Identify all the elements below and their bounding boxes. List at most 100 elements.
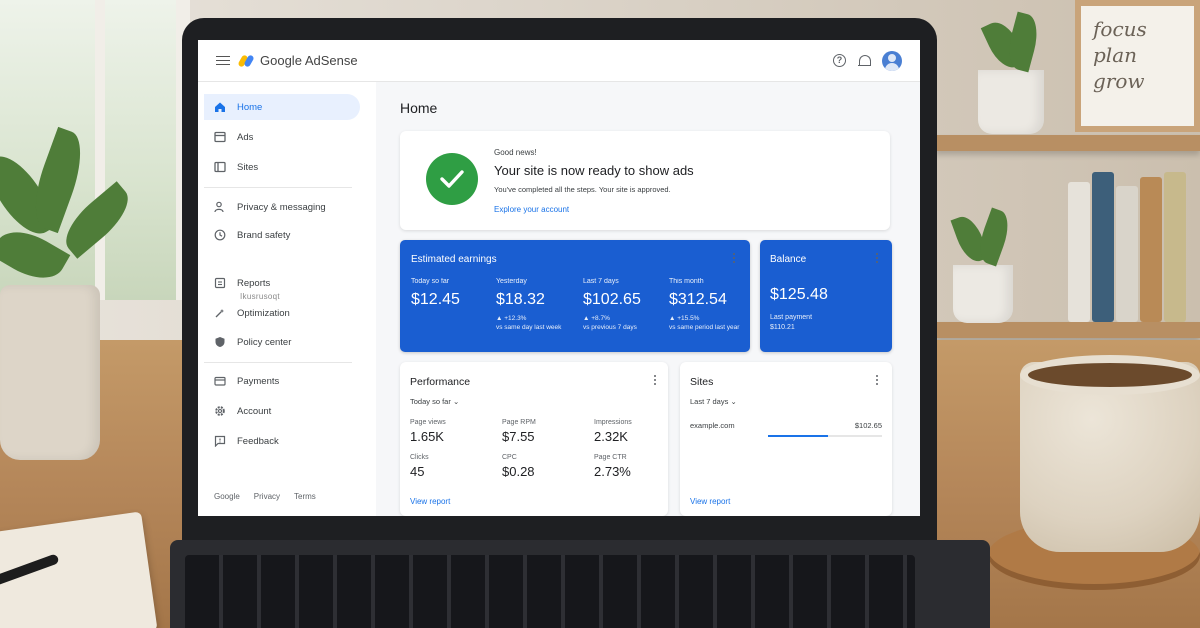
performance-metric: CPC $0.28 [502, 454, 582, 479]
metric-label: Yesterday [496, 278, 527, 285]
adsense-screen: Google AdSense ? Home Ads Sites Privacy … [198, 40, 920, 516]
metric-compare: vs same day last week [496, 324, 562, 331]
metric-compare: vs previous 7 days [583, 324, 637, 331]
sidebar-item-brand-safety[interactable]: Brand safety [204, 222, 360, 248]
metric-delta: ▲ +12.3% [496, 315, 527, 322]
sidebar-item-reports[interactable]: Reports [204, 270, 360, 296]
sidebar: Home Ads Sites Privacy & messaging Brand… [198, 82, 376, 516]
site-share-bar [768, 435, 882, 437]
footer-link-google[interactable]: Google [214, 492, 240, 501]
plant-pot [953, 265, 1013, 323]
more-options-icon[interactable] [654, 375, 657, 386]
shield-icon [214, 336, 226, 348]
metric-label: Impressions [594, 419, 632, 426]
sidebar-item-account[interactable]: Account [204, 398, 360, 424]
clock-icon [214, 229, 226, 241]
sidebar-item-label: Brand safety [237, 229, 291, 241]
sidebar-item-label: Feedback [237, 435, 279, 447]
metric-label: CPC [502, 454, 517, 461]
sidebar-item-policy-center[interactable]: Policy center [204, 329, 360, 355]
sites-card: Sites Last 7 days ⌄ example.com $102.65 … [680, 362, 892, 516]
metric-value: $102.65 [583, 291, 641, 308]
banner-kicker: Good news! [494, 148, 537, 157]
chevron-down-icon: ⌄ [452, 397, 460, 406]
sidebar-item-label: Account [237, 405, 272, 417]
book [1068, 182, 1090, 322]
performance-card: Performance Today so far ⌄ Page views 1.… [400, 362, 668, 516]
metric-value: $312.54 [669, 291, 727, 308]
metric-value: $0.28 [502, 464, 535, 479]
performance-metric: Page views 1.65K [410, 419, 490, 444]
performance-metric: Impressions 2.32K [594, 419, 674, 444]
brand-name[interactable]: Google AdSense [260, 53, 358, 68]
balance-value: $125.48 [770, 286, 828, 303]
metric-value: 2.73% [594, 464, 631, 479]
feedback-icon [214, 435, 226, 448]
page-title: Home [400, 100, 438, 116]
site-row[interactable]: example.com $102.65 [690, 421, 882, 437]
card-title: Sites [690, 376, 714, 388]
banner-subtext: You've completed all the steps. Your sit… [494, 185, 671, 194]
optimization-icon [214, 307, 226, 319]
book [1116, 186, 1138, 322]
metric-label: Last 7 days [583, 278, 619, 285]
metric-delta: ▲ +8.7% [583, 315, 610, 322]
metric-value: 45 [410, 464, 425, 479]
metric-label: Page views [410, 419, 446, 426]
approval-banner: Good news! Your site is now ready to sho… [400, 131, 890, 230]
report-icon [214, 277, 226, 289]
performance-metric: Page RPM $7.55 [502, 419, 582, 444]
footer-link-privacy[interactable]: Privacy [254, 492, 280, 501]
shelf [935, 135, 1200, 151]
sidebar-item-label: Privacy & messaging [237, 201, 326, 213]
metric-value: $18.32 [496, 291, 545, 308]
more-options-icon[interactable] [876, 253, 879, 264]
metric-compare: vs same period last year [669, 324, 740, 331]
view-report-link[interactable]: View report [690, 497, 730, 506]
sidebar-item-payments[interactable]: Payments [204, 368, 360, 394]
metric-value: 2.32K [594, 429, 628, 444]
metric-delta: ▲ +15.5% [669, 315, 700, 322]
menu-icon[interactable] [216, 55, 230, 66]
plant-pot [978, 70, 1044, 134]
metric-value: $12.45 [411, 291, 460, 308]
sidebar-item-ads[interactable]: Ads [204, 124, 360, 150]
sidebar-item-label: Optimization [237, 307, 290, 319]
home-icon [214, 101, 226, 113]
estimated-earnings-card: Estimated earnings Today so far $12.45 Y… [400, 240, 750, 352]
performance-metric: Clicks 45 [410, 454, 490, 479]
sidebar-item-optimization[interactable]: Optimization [204, 300, 360, 326]
sidebar-item-sites[interactable]: Sites [204, 154, 360, 180]
notifications-bell-icon[interactable] [858, 54, 871, 67]
performance-metric: Page CTR 2.73% [594, 454, 674, 479]
earnings-metric: This month $312.54 ▲ +15.5% vs same peri… [669, 278, 745, 332]
check-circle-icon [426, 153, 478, 205]
sidebar-item-label: Sites [237, 161, 259, 173]
metric-label: Page RPM [502, 419, 536, 426]
view-report-link[interactable]: View report [410, 497, 450, 506]
metric-label: Clicks [410, 454, 429, 461]
more-options-icon[interactable] [876, 375, 879, 386]
frame-text: focus plan grow [1093, 17, 1147, 93]
more-options-icon[interactable] [733, 253, 736, 264]
metric-value: 1.65K [410, 429, 444, 444]
balance-card: Balance $125.48 Last payment $110.21 [760, 240, 892, 352]
explore-account-link[interactable]: Explore your account [494, 205, 569, 214]
sidebar-item-privacy-messaging[interactable]: Privacy & messaging [204, 194, 360, 220]
card-title: Performance [410, 376, 471, 388]
earnings-metric: Last 7 days $102.65 ▲ +8.7% vs previous … [583, 278, 663, 332]
sidebar-item-label: Policy center [237, 336, 292, 348]
sidebar-item-home[interactable]: Home [204, 94, 360, 120]
ads-icon [214, 131, 226, 143]
date-range-dropdown[interactable]: Today so far ⌄ [410, 397, 459, 406]
book [1164, 172, 1186, 322]
sidebar-item-feedback[interactable]: Feedback [204, 428, 360, 454]
banner-headline: Your site is now ready to show ads [494, 163, 694, 178]
help-icon[interactable]: ? [833, 54, 846, 67]
account-avatar[interactable] [882, 50, 902, 71]
card-title: Estimated earnings [411, 254, 497, 265]
footer-link-terms[interactable]: Terms [294, 492, 316, 501]
earnings-metric: Yesterday $18.32 ▲ +12.3% vs same day la… [496, 278, 576, 332]
metric-value: $7.55 [502, 429, 535, 444]
date-range-dropdown[interactable]: Last 7 days ⌄ [690, 397, 737, 406]
